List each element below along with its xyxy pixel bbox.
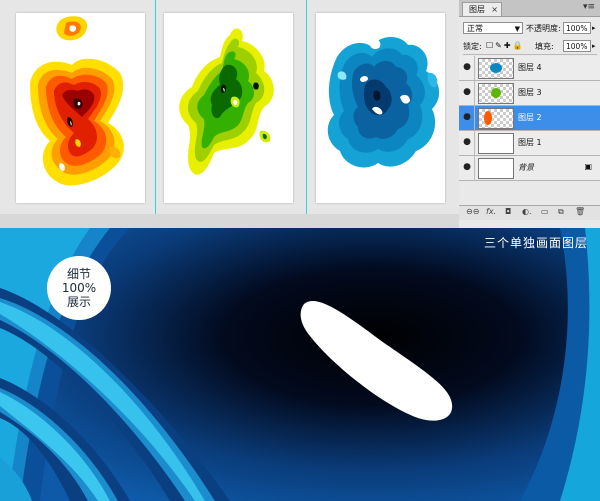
fill-arrow-icon[interactable]: ▸ [592,40,596,53]
layer-row-background[interactable]: ● 背景 ▣ [459,156,600,181]
fill-label: 填充: [535,42,554,51]
trash-icon[interactable]: 🗑 [575,207,585,216]
warm-contour-art [30,16,124,186]
layer-name: 图层 3 [518,88,542,97]
divider [474,56,475,80]
layer-row-1[interactable]: ● 图层 1 [459,131,600,156]
canvas-sheet-3 [316,13,445,203]
layer-thumbnail [478,133,514,154]
badge-line-1: 细节 [66,267,91,281]
canvas-sheet-2 [164,13,293,203]
close-icon[interactable]: × [491,3,498,16]
blue-blob-thumb-icon [490,63,502,73]
opacity-input[interactable]: 100% [563,22,591,34]
layer-thumbnail [478,158,514,179]
green-contour-art [179,28,274,175]
lock-fill-row: 锁定: ☐✎✚🔒 填充: 100% ▸ [463,40,597,55]
eye-icon[interactable]: ● [462,162,472,172]
layer-row-4[interactable]: ● 图层 4 [459,56,600,81]
eye-icon[interactable]: ● [462,87,472,97]
layer-thumbnail [478,58,514,79]
badge-line-3: 展示 [66,295,91,309]
panel-bottom-toolbar: ⊖⊖ fx. ◘ ◐. ▭ ⧉ 🗑 [459,205,600,220]
blue-contour-art [327,36,440,168]
blend-mode-select[interactable]: 正常 ▼ [463,22,523,34]
green-blob-thumb-icon [491,88,501,98]
eye-icon[interactable]: ● [462,137,472,147]
blend-opacity-row: 正常 ▼ 不透明度: 100% ▸ [463,22,597,36]
divider [474,106,475,130]
link-icon[interactable]: ⊖⊖ [466,207,479,216]
detail-caption: 三个单独画面图层 [483,236,588,250]
layer-thumbnail [478,108,514,129]
layer-row-3[interactable]: ● 图层 3 [459,81,600,106]
layer-name: 图层 2 [518,113,542,122]
guide-line-2[interactable] [306,0,307,214]
badge-line-2: 100% [61,281,97,295]
mask-icon[interactable]: ◘ [505,207,511,216]
tab-layers[interactable]: 图层 × [462,2,502,16]
lock-icon: ▣ [584,162,592,171]
lock-options-icons[interactable]: ☐✎✚🔒 [486,41,525,50]
panel-menu-icon[interactable]: ▾≡ [583,2,595,12]
blend-mode-value: 正常 [467,24,483,33]
layer-row-2[interactable]: ● 图层 2 [459,106,600,131]
eye-icon[interactable]: ● [462,62,472,72]
panel-tab-bar: 图层 × ▾≡ [459,0,600,17]
layer-name: 图层 1 [518,138,542,147]
layer-list: ● 图层 4 ● 图层 3 ● 图层 2 ● 图层 1 ● 背景 ▣ [459,56,600,181]
adjustment-icon[interactable]: ◐. [522,207,532,216]
photoshop-window: 图层 × ▾≡ 正常 ▼ 不透明度: 100% ▸ 锁定: ☐✎✚🔒 填充: 1… [0,0,600,228]
canvas-sheet-1 [16,13,145,203]
eye-icon[interactable]: ● [462,112,472,122]
detail-zoom-view: 细节 100% 展示 三个单独画面图层 [0,228,600,501]
opacity-label: 不透明度: [526,24,561,33]
orange-blob-thumb-icon [484,111,492,125]
opacity-arrow-icon[interactable]: ▸ [592,22,596,35]
layer-name: 背景 [518,163,534,172]
document-canvas[interactable] [0,0,460,215]
guide-line-1[interactable] [155,0,156,214]
new-layer-icon[interactable]: ⧉ [558,207,564,217]
layer-thumbnail [478,83,514,104]
layers-panel: 图层 × ▾≡ 正常 ▼ 不透明度: 100% ▸ 锁定: ☐✎✚🔒 填充: 1… [459,0,600,228]
divider [474,156,475,180]
layer-name: 图层 4 [518,63,542,72]
detail-badge: 细节 100% 展示 [47,256,111,320]
fill-input[interactable]: 100% [563,40,591,52]
fx-icon[interactable]: fx. [486,207,496,216]
group-icon[interactable]: ▭ [541,207,549,216]
chevron-down-icon: ▼ [514,25,520,33]
divider [474,81,475,105]
tab-layers-label: 图层 [469,5,485,14]
status-strip [0,214,459,228]
divider [474,131,475,155]
lock-label: 锁定: [463,42,482,51]
